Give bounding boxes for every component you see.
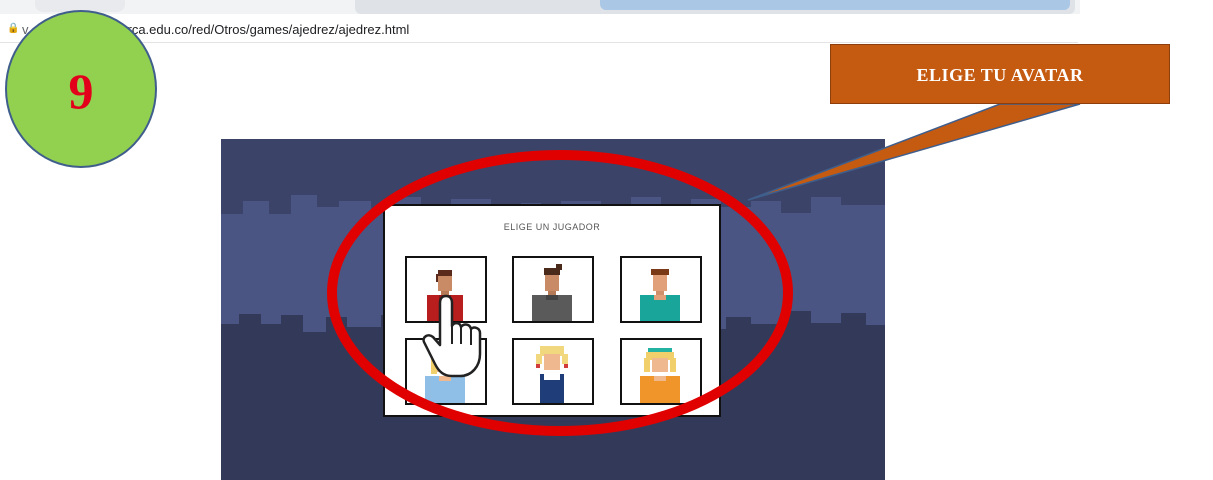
callout-box: ELIGE TU AVATAR — [830, 44, 1170, 104]
panel-title: ELIGE UN JUGADOR — [503, 222, 601, 232]
url-rest: rca.edu.co/red/Otros/games/ajedrez/ajedr… — [127, 22, 410, 37]
avatar-girl-orange-shirt[interactable] — [620, 338, 702, 405]
avatar-boy-teal-shirt[interactable] — [620, 256, 702, 323]
step-number: 9 — [68, 63, 94, 119]
browser-tab-active[interactable] — [600, 0, 1070, 10]
step-number-badge: 9 — [5, 10, 157, 168]
avatar-boy-gray-shirt[interactable] — [512, 256, 594, 323]
avatar-boy-red-shirt[interactable] — [405, 256, 487, 323]
avatar-girl-overalls[interactable] — [512, 338, 594, 405]
lock-icon: 🔒 — [7, 23, 20, 34]
callout-text: ELIGE TU AVATAR — [916, 65, 1084, 85]
avatar-girl-blue-shirt[interactable] — [405, 338, 487, 405]
player-select-dialog: ELIGE UN JUGADOR — [383, 204, 721, 417]
